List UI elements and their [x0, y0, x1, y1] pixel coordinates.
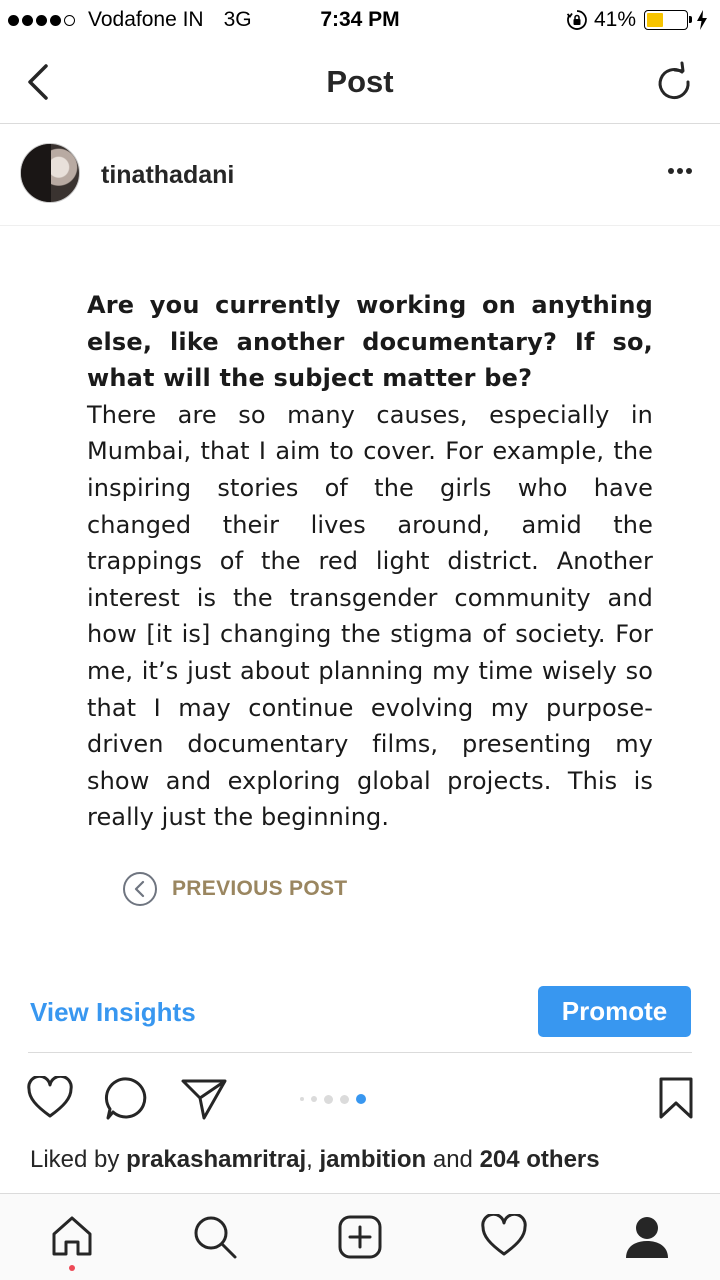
charging-icon — [697, 10, 707, 30]
status-right: 41% — [566, 8, 708, 32]
notification-dot — [69, 1265, 75, 1271]
liker-link[interactable]: prakashamritraj — [126, 1146, 306, 1173]
likes-middle: and — [426, 1146, 480, 1173]
avatar[interactable] — [20, 143, 80, 203]
username[interactable]: tinathadani — [101, 161, 234, 190]
likes-prefix: Liked by — [30, 1146, 127, 1173]
profile-icon[interactable] — [624, 1214, 670, 1260]
comment-icon[interactable] — [104, 1076, 150, 1122]
heart-icon[interactable] — [26, 1076, 74, 1120]
search-icon[interactable] — [192, 1214, 238, 1260]
carousel-dot — [300, 1097, 304, 1101]
post-header: tinathadani — [0, 124, 720, 226]
likes-others-link[interactable]: 204 others — [480, 1146, 600, 1173]
battery-icon — [644, 10, 692, 30]
post-image[interactable]: Are you currently working on anything el… — [0, 227, 720, 947]
view-insights-link[interactable]: View Insights — [30, 997, 196, 1028]
article-text: Are you currently working on anything el… — [87, 287, 653, 836]
liker-link[interactable]: jambition — [320, 1146, 427, 1173]
nav-header: Post — [0, 40, 720, 124]
page-title: Post — [326, 64, 394, 99]
carousel-dot — [356, 1094, 366, 1104]
bookmark-icon[interactable] — [658, 1076, 694, 1120]
add-icon[interactable] — [337, 1214, 383, 1260]
likes-text: Liked by prakashamritraj, jambition and … — [30, 1146, 600, 1174]
divider — [28, 1052, 692, 1053]
more-options-icon[interactable] — [665, 168, 692, 174]
heart-icon[interactable] — [480, 1214, 528, 1258]
battery-percent: 41% — [593, 8, 636, 31]
likes-separator: , — [306, 1146, 320, 1173]
status-bar: Vodafone IN 3G 7:34 PM 41% — [0, 0, 720, 40]
article-answer: There are so many causes, especially in … — [87, 400, 653, 832]
tab-bar — [0, 1193, 720, 1280]
article-question: Are you currently working on anything el… — [87, 291, 653, 393]
carousel-dot — [324, 1094, 333, 1104]
refresh-icon[interactable] — [652, 60, 696, 104]
previous-post-label: PREVIOUS POST — [172, 877, 348, 900]
orientation-lock-icon — [566, 10, 587, 30]
share-icon[interactable] — [180, 1076, 228, 1122]
carousel-dot — [340, 1094, 349, 1104]
promote-button[interactable]: Promote — [538, 986, 691, 1037]
post-actions — [0, 1054, 720, 1146]
home-icon[interactable] — [50, 1214, 94, 1258]
carousel-indicator — [300, 1094, 373, 1104]
chevron-left-circle-icon — [123, 872, 157, 906]
insights-row: View Insights Promote — [0, 960, 720, 1053]
carousel-dot — [311, 1096, 317, 1102]
previous-post-link: PREVIOUS POST — [123, 872, 347, 906]
